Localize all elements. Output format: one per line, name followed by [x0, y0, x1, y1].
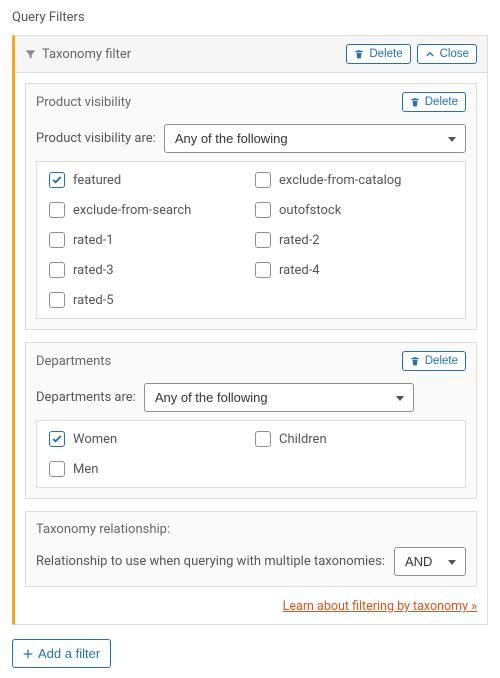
checkbox-box — [255, 202, 271, 218]
pv-options-grid: featured exclude-from-catalog exclude-from… — [49, 172, 453, 308]
chevron-up-icon — [425, 49, 435, 59]
checkbox-label: rated-2 — [279, 233, 320, 248]
taxonomy-filter-panel: Taxonomy filter Delete Close Product vis… — [12, 35, 488, 625]
panel-actions: Delete Close — [346, 44, 477, 64]
delete-dep-label: Delete — [425, 355, 458, 367]
departments-title: Departments — [36, 354, 402, 369]
delete-panel-button[interactable]: Delete — [346, 44, 410, 64]
checkbox-box — [49, 262, 65, 278]
delete-product-visibility-button[interactable]: Delete — [402, 92, 466, 112]
close-panel-button[interactable]: Close — [417, 44, 477, 64]
add-filter-row: Add a filter — [12, 639, 488, 668]
pv-selector-label: Product visibility are: — [36, 131, 156, 146]
checkbox-label: featured — [73, 173, 121, 188]
relationship-title: Taxonomy relationship: — [36, 522, 466, 537]
panel-body: Product visibility Delete Product visibi… — [15, 73, 487, 624]
dep-option[interactable]: Women — [49, 431, 247, 447]
learn-link[interactable]: Learn about filtering by taxonomy » — [25, 599, 477, 614]
pv-select[interactable]: Any of the following — [164, 124, 466, 153]
trash-icon — [410, 356, 420, 366]
checkbox-box — [49, 292, 65, 308]
product-visibility-title: Product visibility — [36, 95, 402, 110]
checkbox-box — [49, 232, 65, 248]
add-filter-button[interactable]: Add a filter — [12, 639, 111, 668]
delete-pv-label: Delete — [425, 96, 458, 108]
panel-title: Taxonomy filter — [42, 47, 131, 62]
dep-option[interactable]: Children — [255, 431, 453, 447]
checkbox-label: rated-5 — [73, 293, 114, 308]
pv-option[interactable]: outofstock — [255, 202, 453, 218]
pv-option[interactable]: rated-2 — [255, 232, 453, 248]
trash-icon — [354, 49, 364, 59]
pv-options-box: featured exclude-from-catalog exclude-from… — [36, 161, 466, 319]
close-panel-label: Close — [440, 48, 469, 60]
dep-select[interactable]: Any of the following — [144, 383, 414, 412]
checkbox-label: exclude-from-search — [73, 203, 191, 218]
panel-title-wrap: Taxonomy filter — [25, 47, 346, 62]
dep-selector-label: Departments are: — [36, 390, 136, 405]
product-visibility-panel: Product visibility Delete Product visibi… — [25, 83, 477, 330]
checkbox-box — [255, 262, 271, 278]
dep-select-wrap: Any of the following — [144, 383, 414, 412]
checkbox-box — [255, 232, 271, 248]
dep-options-box: Women Children Men — [36, 420, 466, 488]
checkbox-label: Women — [73, 432, 117, 447]
pv-option[interactable]: rated-5 — [49, 292, 247, 308]
departments-panel: Departments Delete Departments are: Any … — [25, 342, 477, 499]
pv-option[interactable]: exclude-from-catalog — [255, 172, 453, 188]
checkbox-label: rated-4 — [279, 263, 320, 278]
checkbox-box — [49, 172, 65, 188]
delete-panel-label: Delete — [369, 48, 402, 60]
panel-header: Taxonomy filter Delete Close — [15, 36, 487, 73]
checkbox-box — [49, 461, 65, 477]
checkbox-label: Men — [73, 462, 98, 477]
checkbox-box — [49, 431, 65, 447]
pv-option[interactable]: exclude-from-search — [49, 202, 247, 218]
checkbox-label: Children — [279, 432, 327, 447]
pv-option[interactable]: featured — [49, 172, 247, 188]
checkbox-box — [255, 431, 271, 447]
trash-icon — [410, 97, 420, 107]
relationship-label: Relationship to use when querying with m… — [36, 554, 386, 569]
relationship-select[interactable]: AND — [394, 547, 466, 576]
add-filter-label: Add a filter — [38, 646, 100, 661]
plus-icon — [23, 649, 33, 659]
delete-departments-button[interactable]: Delete — [402, 351, 466, 371]
dep-option[interactable]: Men — [49, 461, 247, 477]
checkbox-box — [255, 172, 271, 188]
checkbox-label: outofstock — [279, 203, 341, 218]
checkbox-label: exclude-from-catalog — [279, 173, 401, 188]
funnel-icon — [25, 49, 36, 60]
checkbox-label: rated-1 — [73, 233, 114, 248]
checkbox-box — [49, 202, 65, 218]
checkbox-label: rated-3 — [73, 263, 114, 278]
dep-options-grid: Women Children Men — [49, 431, 453, 477]
pv-option[interactable]: rated-4 — [255, 262, 453, 278]
pv-option[interactable]: rated-3 — [49, 262, 247, 278]
page-title: Query Filters — [12, 10, 488, 25]
relationship-select-wrap: AND — [394, 547, 466, 576]
pv-option[interactable]: rated-1 — [49, 232, 247, 248]
relationship-panel: Taxonomy relationship: Relationship to u… — [25, 511, 477, 587]
pv-select-wrap: Any of the following — [164, 124, 466, 153]
